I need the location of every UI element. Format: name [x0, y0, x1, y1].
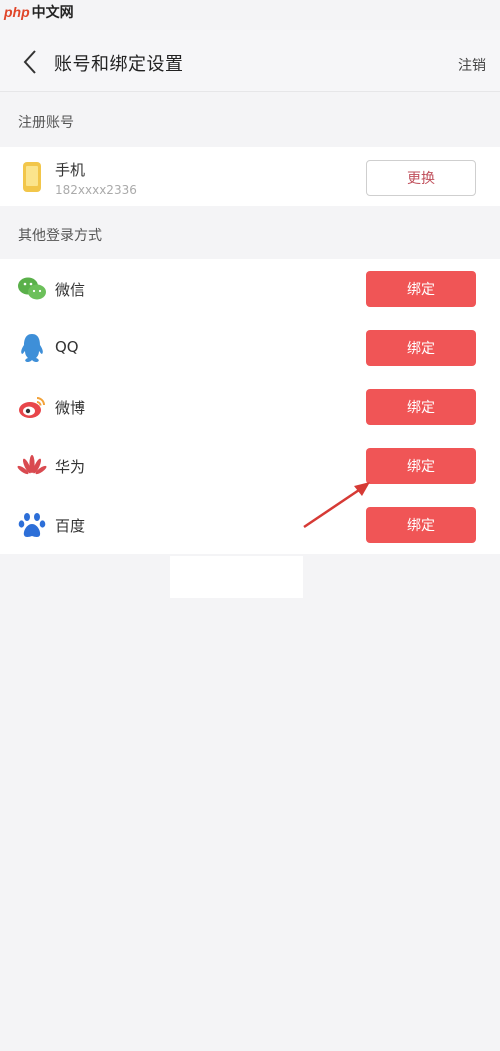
annotation-arrow-icon — [303, 482, 370, 529]
